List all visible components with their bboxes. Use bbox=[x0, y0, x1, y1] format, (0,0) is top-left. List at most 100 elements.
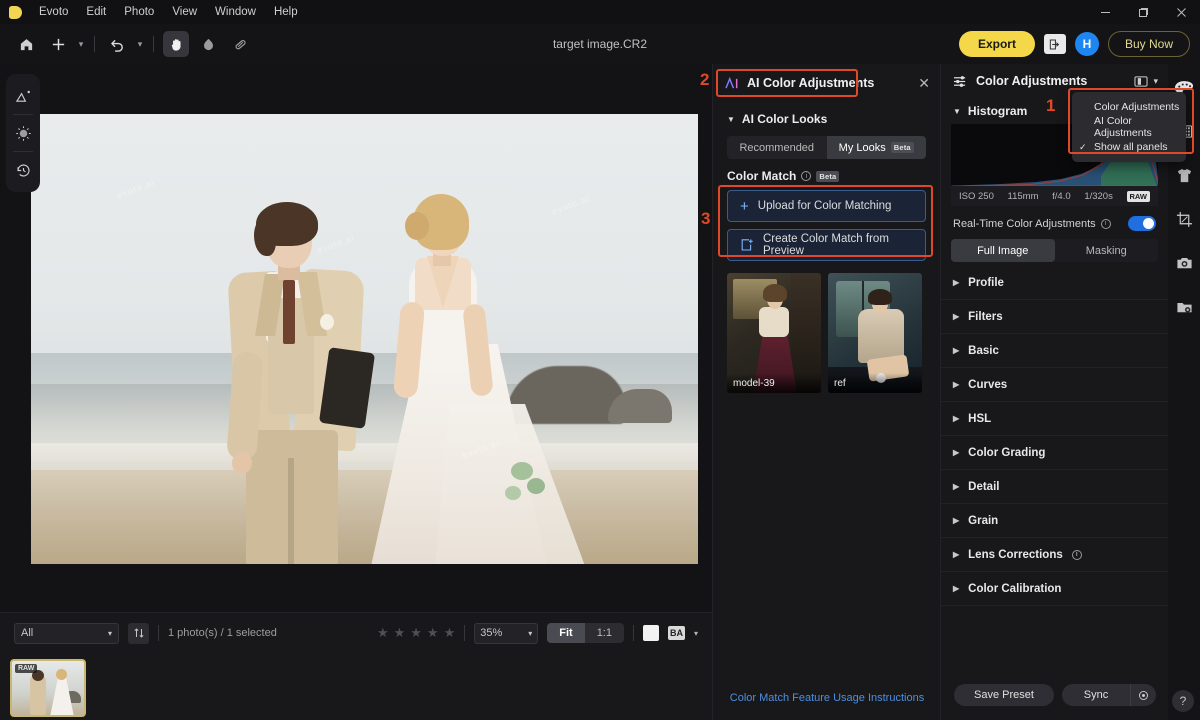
share-icon[interactable] bbox=[1043, 34, 1066, 54]
tab-full-image[interactable]: Full Image bbox=[951, 239, 1055, 262]
info-icon[interactable]: i bbox=[1100, 218, 1111, 229]
tab-recommended-label: Recommended bbox=[739, 141, 815, 154]
main-toolbar: ▾ ▾ target image.CR2 Export H Buy Now bbox=[0, 24, 1200, 64]
zoom-select[interactable]: 35% ▾ bbox=[474, 622, 539, 644]
section-color-calibration[interactable]: ▶ Color Calibration bbox=[941, 572, 1168, 606]
settings-icon[interactable] bbox=[1130, 684, 1156, 706]
chevron-right-icon: ▶ bbox=[953, 448, 960, 457]
crop-icon[interactable] bbox=[1171, 206, 1197, 232]
menu-help[interactable]: Help bbox=[265, 0, 307, 24]
filter-select[interactable]: All ▾ bbox=[14, 622, 119, 644]
raw-badge: RAW bbox=[15, 664, 38, 673]
section-curves[interactable]: ▶ Curves bbox=[941, 368, 1168, 402]
section-basic[interactable]: ▶ Basic bbox=[941, 334, 1168, 368]
menu-item-show-all-panels[interactable]: ✓ Show all panels bbox=[1072, 137, 1186, 157]
buy-now-button[interactable]: Buy Now bbox=[1107, 31, 1190, 57]
check-icon: ✓ bbox=[1079, 141, 1087, 152]
chevron-down-icon[interactable]: ▾ bbox=[694, 629, 698, 638]
tab-masking[interactable]: Masking bbox=[1055, 239, 1159, 262]
panel-layout-icon[interactable] bbox=[1134, 75, 1149, 88]
add-photos-chevron-down-icon[interactable]: ▾ bbox=[74, 32, 88, 56]
shutter-value: 1/320s bbox=[1084, 190, 1113, 202]
menu-window[interactable]: Window bbox=[206, 0, 265, 24]
color-panel-title: Color Adjustments bbox=[976, 74, 1088, 88]
close-icon[interactable]: ✕ bbox=[918, 75, 930, 92]
section-lens-corrections[interactable]: ▶ Lens Corrections i bbox=[941, 538, 1168, 572]
dodge-tool-icon[interactable] bbox=[195, 31, 221, 57]
menu-view[interactable]: View bbox=[163, 0, 206, 24]
star-1[interactable]: ★ bbox=[377, 625, 389, 641]
info-icon[interactable]: i bbox=[801, 171, 812, 181]
photo-preview[interactable]: evoto.ai evoto.ai evoto.ai evoto.ai bbox=[31, 114, 698, 564]
section-detail[interactable]: ▶ Detail bbox=[941, 470, 1168, 504]
undo-icon[interactable] bbox=[104, 31, 130, 57]
section-label: Curves bbox=[968, 378, 1008, 391]
list-item[interactable]: RAW bbox=[10, 659, 86, 717]
before-after-toggle[interactable]: BA bbox=[667, 626, 685, 640]
upload-for-color-matching-button[interactable]: + Upload for Color Matching bbox=[727, 190, 926, 222]
undo-chevron-down-icon[interactable]: ▾ bbox=[133, 32, 147, 56]
titlebar: Evoto Edit Photo View Window Help bbox=[0, 0, 1200, 24]
star-4[interactable]: ★ bbox=[427, 625, 439, 641]
filmstrip-divider-2 bbox=[464, 625, 466, 641]
menu-edit[interactable]: Edit bbox=[77, 0, 115, 24]
maximize-icon[interactable] bbox=[1124, 0, 1162, 24]
section-hsl[interactable]: ▶ HSL bbox=[941, 402, 1168, 436]
exif-metadata: ISO 250 115mm f/4.0 1/320s RAW bbox=[951, 186, 1158, 206]
save-preset-button[interactable]: Save Preset bbox=[954, 684, 1054, 706]
canvas-area[interactable]: evoto.ai evoto.ai evoto.ai evoto.ai bbox=[0, 64, 712, 665]
color-match-usage-instructions-link[interactable]: Color Match Feature Usage Instructions bbox=[713, 692, 941, 704]
retouch-icon[interactable] bbox=[8, 78, 38, 114]
ai-color-looks-section-header[interactable]: ▼ AI Color Looks bbox=[713, 102, 940, 132]
section-filters[interactable]: ▶ Filters bbox=[941, 300, 1168, 334]
reference-card-ref[interactable]: ref bbox=[828, 273, 922, 393]
rating-stars[interactable]: ★ ★ ★ ★ ★ bbox=[377, 625, 455, 641]
iso-value: ISO 250 bbox=[959, 190, 994, 202]
realtime-toggle[interactable] bbox=[1128, 216, 1156, 231]
one-to-one-button[interactable]: 1:1 bbox=[585, 623, 624, 643]
section-grain[interactable]: ▶ Grain bbox=[941, 504, 1168, 538]
add-photos-button[interactable] bbox=[45, 31, 71, 57]
sort-icon[interactable] bbox=[128, 622, 149, 644]
left-tool-rail bbox=[6, 74, 40, 192]
star-5[interactable]: ★ bbox=[444, 625, 456, 641]
ai-logo-icon bbox=[725, 76, 740, 90]
menu-item-ai-color-adjustments[interactable]: AI Color Adjustments bbox=[1072, 115, 1186, 139]
menu-photo[interactable]: Photo bbox=[115, 0, 163, 24]
section-color-grading[interactable]: ▶ Color Grading bbox=[941, 436, 1168, 470]
star-3[interactable]: ★ bbox=[410, 625, 422, 641]
chevron-down-icon: ▾ bbox=[528, 628, 533, 638]
menu-item-label: AI Color Adjustments bbox=[1094, 115, 1152, 139]
menu-evoto[interactable]: Evoto bbox=[30, 0, 77, 24]
light-icon[interactable] bbox=[8, 115, 38, 151]
close-icon[interactable] bbox=[1162, 0, 1200, 24]
background-color-swatch[interactable] bbox=[642, 625, 659, 641]
heal-tool-icon[interactable] bbox=[227, 31, 253, 57]
home-icon[interactable] bbox=[13, 31, 39, 57]
avatar[interactable]: H bbox=[1074, 32, 1099, 56]
section-profile[interactable]: ▶ Profile bbox=[941, 266, 1168, 300]
reference-label: model-39 bbox=[727, 373, 821, 393]
star-2[interactable]: ★ bbox=[394, 625, 406, 641]
color-adjustments-panel: Color Adjustments ▾ ▼ Histogram ISO 250 … bbox=[940, 64, 1168, 720]
fit-button[interactable]: Fit bbox=[547, 623, 585, 643]
aperture-value: f/4.0 bbox=[1052, 190, 1071, 202]
history-icon[interactable] bbox=[8, 152, 38, 188]
ai-color-looks-label: AI Color Looks bbox=[741, 112, 828, 126]
create-color-match-from-preview-button[interactable]: Create Color Match from Preview bbox=[727, 229, 926, 261]
tshirt-icon[interactable] bbox=[1171, 162, 1197, 188]
folder-eye-icon[interactable] bbox=[1171, 294, 1197, 320]
minimize-icon[interactable] bbox=[1086, 0, 1124, 24]
reference-card-model-39[interactable]: model-39 bbox=[727, 273, 821, 393]
help-button[interactable]: ? bbox=[1172, 690, 1194, 712]
menu-item-color-adjustments[interactable]: Color Adjustments bbox=[1072, 97, 1186, 117]
info-icon[interactable]: i bbox=[1071, 549, 1082, 560]
adjustment-sections: ▶ Profile ▶ Filters ▶ Basic ▶ Curves ▶ H… bbox=[941, 266, 1168, 606]
tab-my-looks[interactable]: My Looks Beta bbox=[826, 136, 926, 159]
sync-button[interactable]: Sync bbox=[1062, 684, 1130, 706]
export-button[interactable]: Export bbox=[958, 31, 1035, 57]
camera-icon[interactable] bbox=[1171, 250, 1197, 276]
tab-recommended[interactable]: Recommended bbox=[727, 136, 827, 159]
chevron-down-icon[interactable]: ▾ bbox=[1153, 76, 1158, 87]
hand-tool-icon[interactable] bbox=[163, 31, 189, 57]
